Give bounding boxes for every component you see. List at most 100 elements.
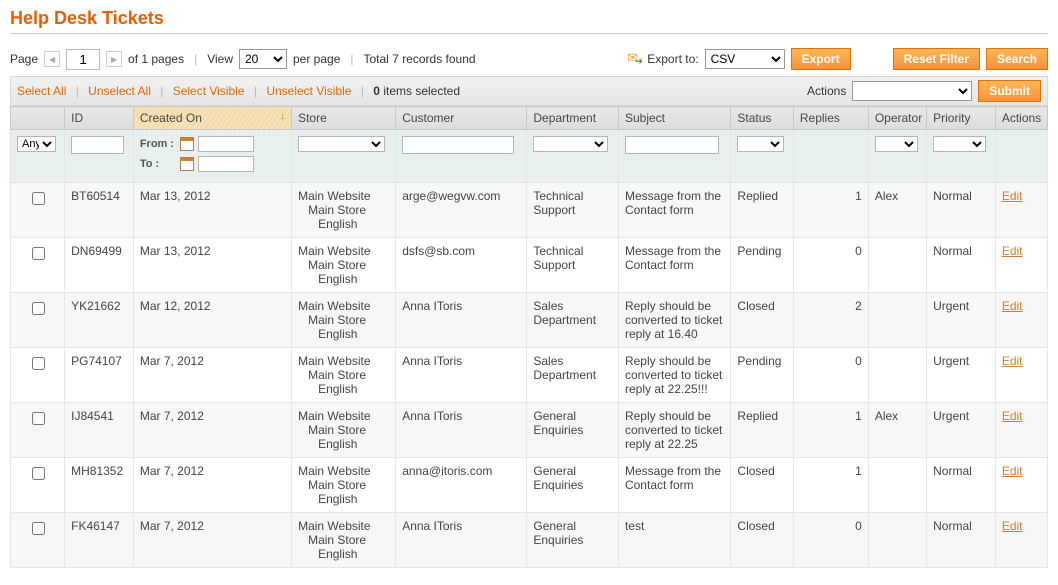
filter-status-select[interactable] xyxy=(737,136,784,152)
filter-operator-select[interactable] xyxy=(875,136,918,152)
col-store[interactable]: Store xyxy=(292,107,396,130)
filter-customer-input[interactable] xyxy=(402,136,514,154)
row-checkbox[interactable] xyxy=(32,357,45,370)
total-records: Total 7 records found xyxy=(364,52,476,66)
cell-store: Main Website Main Store English xyxy=(292,293,396,348)
row-checkbox[interactable] xyxy=(32,302,45,315)
edit-link[interactable]: Edit xyxy=(1002,299,1023,313)
actions-select[interactable] xyxy=(852,81,972,101)
edit-link[interactable]: Edit xyxy=(1002,409,1023,423)
separator: | xyxy=(350,52,353,66)
cell-replies: 1 xyxy=(793,458,868,513)
of-pages: of 1 pages xyxy=(128,52,184,66)
col-operator[interactable]: Operator xyxy=(868,107,926,130)
col-replies[interactable]: Replies xyxy=(793,107,868,130)
col-department[interactable]: Department xyxy=(527,107,619,130)
cell-status: Closed xyxy=(731,513,793,568)
cell-id: BT60514 xyxy=(65,183,134,238)
cell-subject: Reply should be converted to ticket repl… xyxy=(618,348,730,403)
cell-status: Replied xyxy=(731,403,793,458)
cell-department: Technical Support xyxy=(527,238,619,293)
tickets-grid: ID Created On ↓ Store Customer Departmen… xyxy=(10,106,1048,568)
cell-priority: Normal xyxy=(927,183,996,238)
search-button[interactable]: Search xyxy=(986,48,1048,70)
col-subject[interactable]: Subject xyxy=(618,107,730,130)
unselect-all-link[interactable]: Unselect All xyxy=(88,84,151,98)
cell-priority: Urgent xyxy=(927,403,996,458)
col-id[interactable]: ID xyxy=(65,107,134,130)
col-customer[interactable]: Customer xyxy=(396,107,527,130)
row-checkbox[interactable] xyxy=(32,522,45,535)
filter-subject-input[interactable] xyxy=(625,136,719,154)
actions-label: Actions xyxy=(807,84,846,98)
table-row[interactable]: YK21662Mar 12, 2012Main Website Main Sto… xyxy=(11,293,1048,348)
col-status[interactable]: Status xyxy=(731,107,793,130)
title-divider xyxy=(10,33,1048,34)
table-row[interactable]: BT60514Mar 13, 2012Main Website Main Sto… xyxy=(11,183,1048,238)
edit-link[interactable]: Edit xyxy=(1002,244,1023,258)
filter-to-input[interactable] xyxy=(198,156,254,172)
cell-actions: Edit xyxy=(995,183,1047,238)
edit-link[interactable]: Edit xyxy=(1002,519,1023,533)
prev-page-button[interactable]: ◀ xyxy=(44,51,60,67)
col-actions: Actions xyxy=(995,107,1047,130)
table-row[interactable]: FK46147Mar 7, 2012Main Website Main Stor… xyxy=(11,513,1048,568)
cell-priority: Normal xyxy=(927,458,996,513)
edit-link[interactable]: Edit xyxy=(1002,189,1023,203)
page-title: Help Desk Tickets xyxy=(10,8,1048,29)
cell-department: Technical Support xyxy=(527,183,619,238)
select-visible-link[interactable]: Select Visible xyxy=(173,84,245,98)
cell-id: PG74107 xyxy=(65,348,134,403)
cell-customer: Anna IToris xyxy=(396,513,527,568)
filter-id-input[interactable] xyxy=(71,136,124,154)
cell-created: Mar 7, 2012 xyxy=(133,458,291,513)
cell-subject: test xyxy=(618,513,730,568)
cell-store: Main Website Main Store English xyxy=(292,348,396,403)
cell-created: Mar 13, 2012 xyxy=(133,183,291,238)
edit-link[interactable]: Edit xyxy=(1002,354,1023,368)
unselect-visible-link[interactable]: Unselect Visible xyxy=(266,84,351,98)
export-to-label: Export to: xyxy=(647,52,698,66)
cell-id: IJ84541 xyxy=(65,403,134,458)
filter-priority-select[interactable] xyxy=(933,136,986,152)
next-page-button[interactable]: ▶ xyxy=(106,51,122,67)
cell-store: Main Website Main Store English xyxy=(292,513,396,568)
cell-replies: 1 xyxy=(793,403,868,458)
submit-button[interactable]: Submit xyxy=(978,80,1041,102)
cell-actions: Edit xyxy=(995,458,1047,513)
select-all-link[interactable]: Select All xyxy=(17,84,66,98)
row-checkbox[interactable] xyxy=(32,467,45,480)
cell-operator: Alex xyxy=(868,403,926,458)
edit-link[interactable]: Edit xyxy=(1002,464,1023,478)
calendar-icon[interactable] xyxy=(180,137,194,151)
cell-customer: dsfs@sb.com xyxy=(396,238,527,293)
table-row[interactable]: MH81352Mar 7, 2012Main Website Main Stor… xyxy=(11,458,1048,513)
col-priority[interactable]: Priority xyxy=(927,107,996,130)
filter-department-select[interactable] xyxy=(533,136,608,152)
filter-checkbox-select[interactable]: Any xyxy=(17,136,56,152)
filter-store-select[interactable] xyxy=(298,136,385,152)
row-checkbox[interactable] xyxy=(32,192,45,205)
row-checkbox[interactable] xyxy=(32,247,45,260)
table-row[interactable]: DN69499Mar 13, 2012Main Website Main Sto… xyxy=(11,238,1048,293)
row-checkbox[interactable] xyxy=(32,412,45,425)
table-row[interactable]: PG74107Mar 7, 2012Main Website Main Stor… xyxy=(11,348,1048,403)
cell-department: Sales Department xyxy=(527,293,619,348)
col-created-on[interactable]: Created On ↓ xyxy=(133,107,291,130)
page-input[interactable] xyxy=(66,49,100,70)
cell-department: General Enquiries xyxy=(527,403,619,458)
table-row[interactable]: IJ84541Mar 7, 2012Main Website Main Stor… xyxy=(11,403,1048,458)
filter-from-input[interactable] xyxy=(198,136,254,152)
export-button[interactable]: Export xyxy=(791,48,851,70)
per-page-label: per page xyxy=(293,52,340,66)
cell-subject: Message from the Contact form xyxy=(618,183,730,238)
export-format-select[interactable]: CSV xyxy=(705,49,785,69)
cell-created: Mar 7, 2012 xyxy=(133,513,291,568)
cell-replies: 2 xyxy=(793,293,868,348)
calendar-icon[interactable] xyxy=(180,157,194,171)
reset-filter-button[interactable]: Reset Filter xyxy=(893,48,980,70)
page-label: Page xyxy=(10,52,38,66)
col-checkbox[interactable] xyxy=(11,107,65,130)
per-page-select[interactable]: 20 xyxy=(239,49,287,69)
items-selected: 0 items selected xyxy=(373,84,460,98)
